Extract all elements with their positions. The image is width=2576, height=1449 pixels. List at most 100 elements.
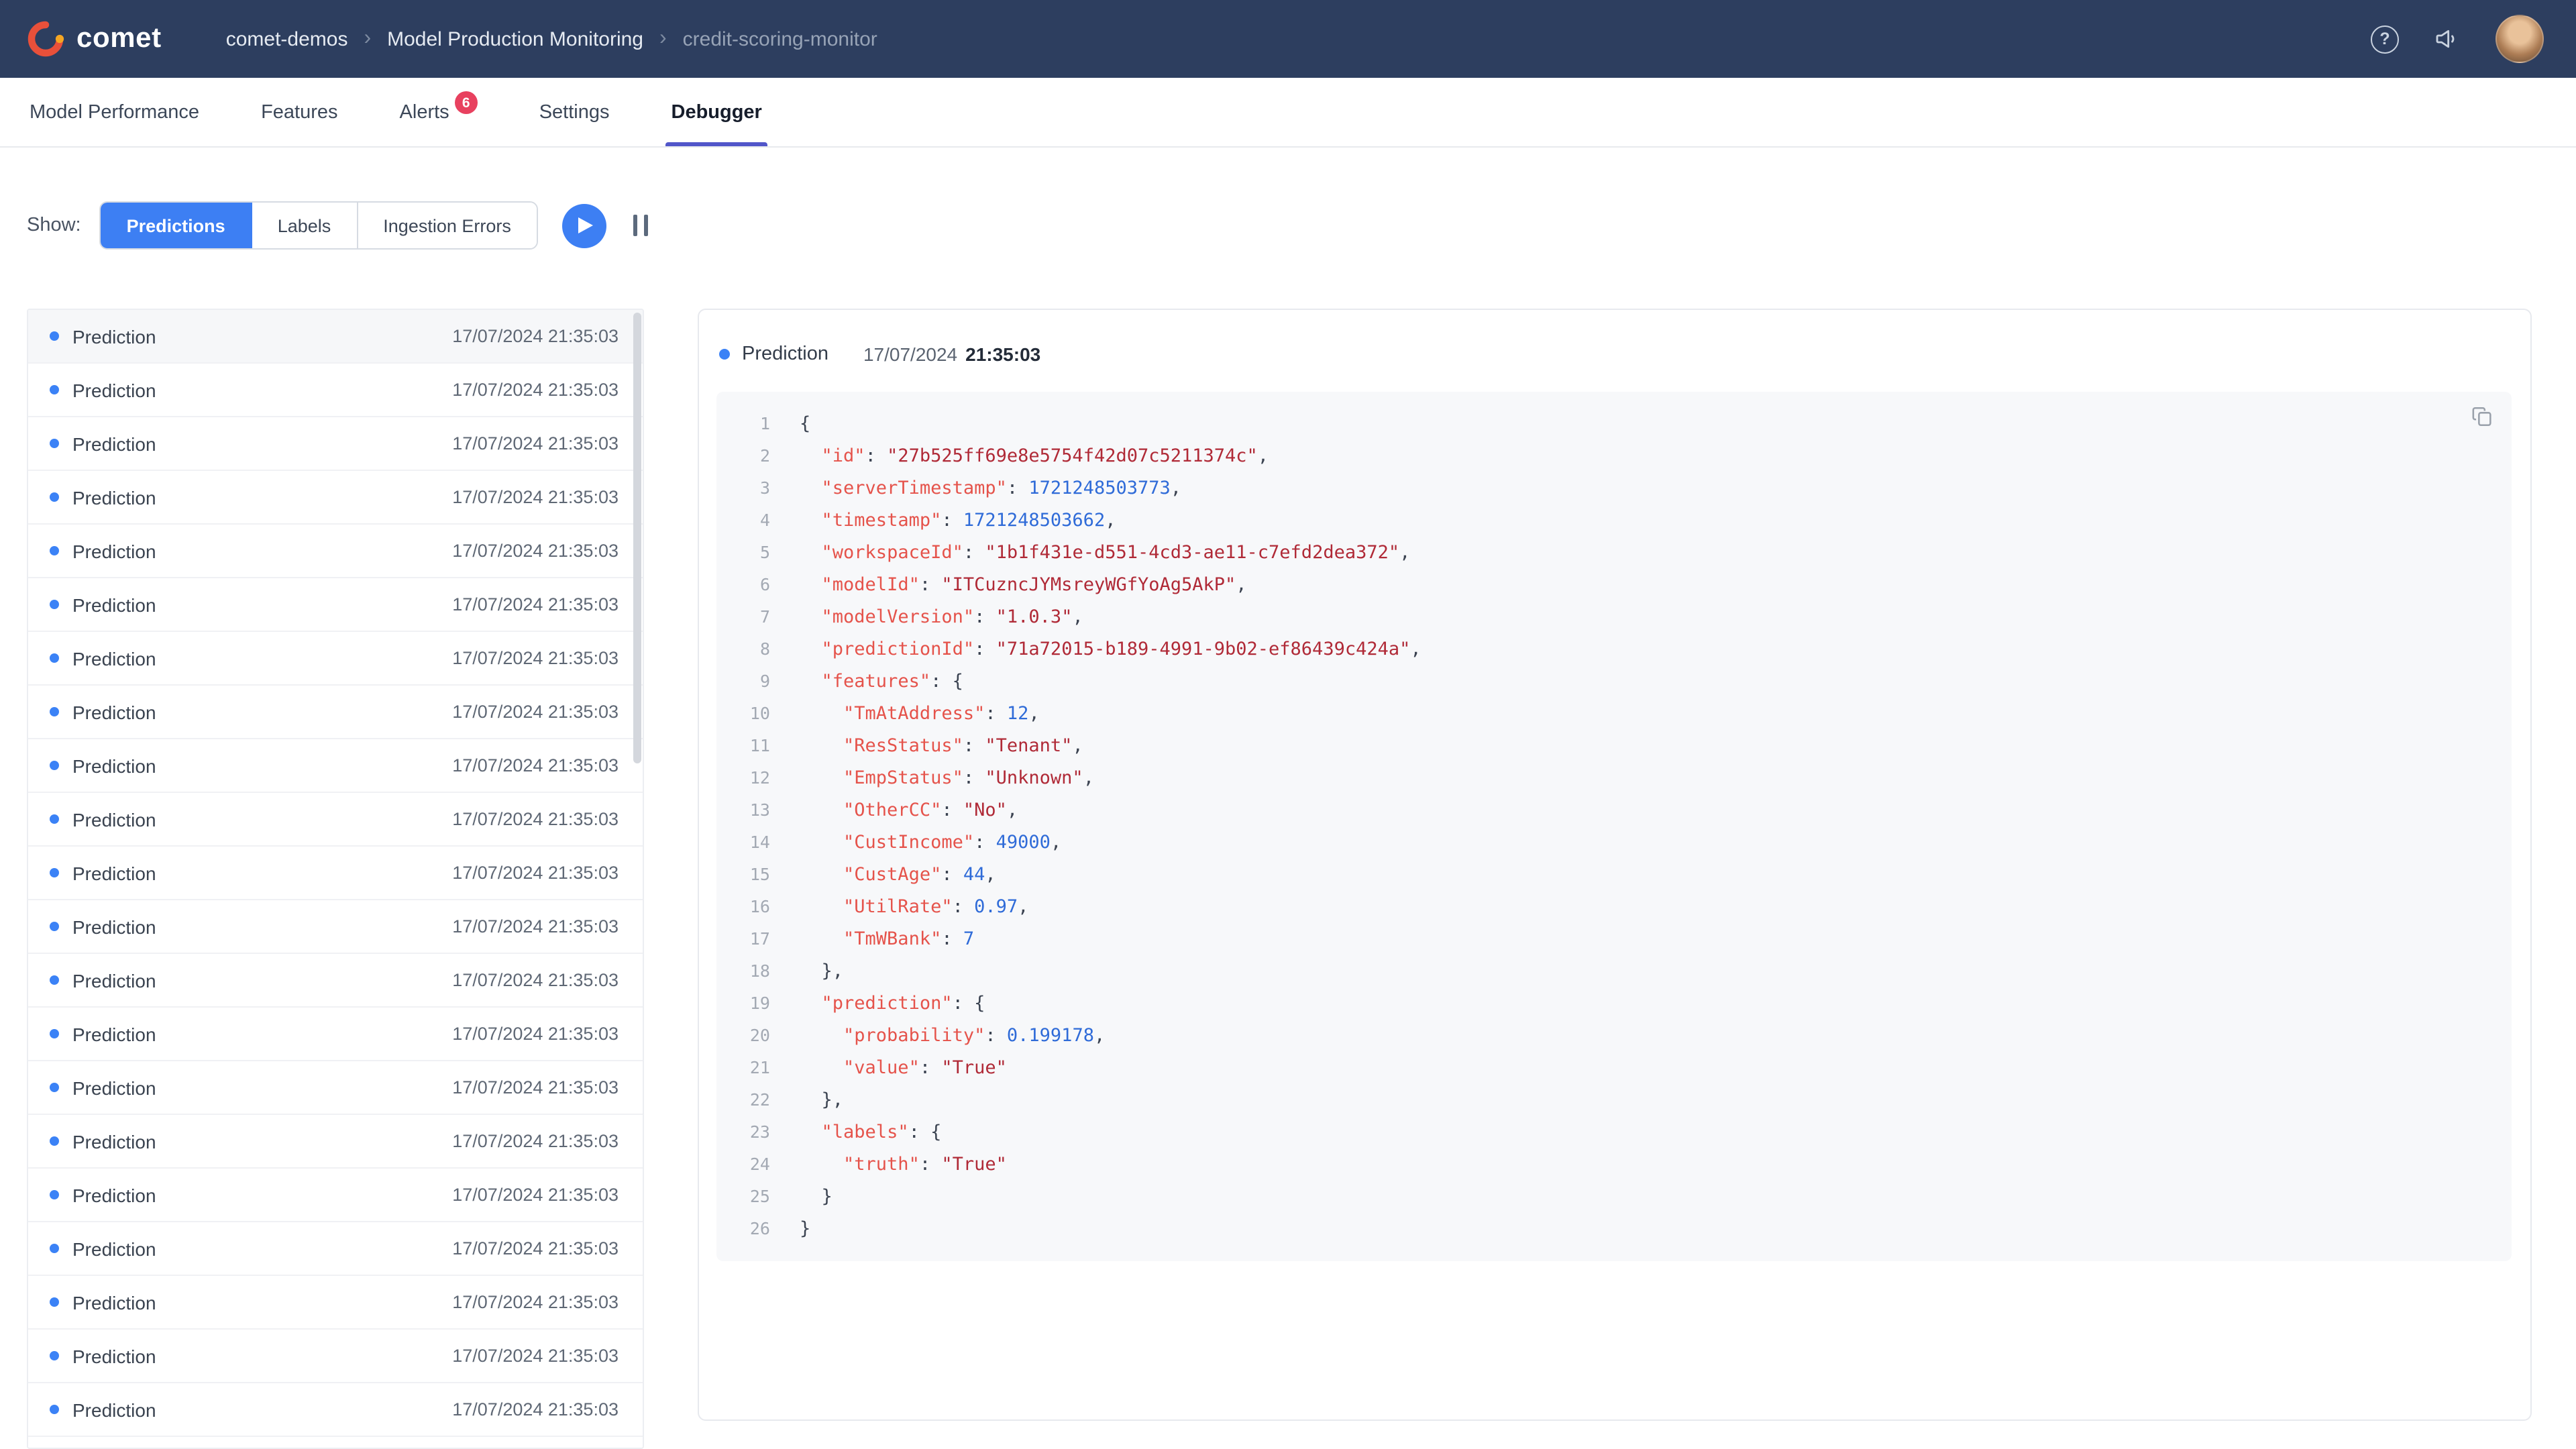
prediction-list-panel: Prediction 17/07/2024 21:35:03 Prediction 1… [27,309,644,1449]
tab-label: Alerts [400,101,449,123]
prediction-dot-icon [50,707,59,716]
prediction-dot-icon [50,1083,59,1092]
app-window: comet comet-demos › Model Production Mon… [0,0,2576,1449]
code-text: "UtilRate": 0.97, [800,891,1028,923]
segment-ingestion-errors[interactable]: Ingestion Errors [358,203,537,248]
line-number: 24 [716,1148,770,1181]
tab-settings[interactable]: Settings [537,78,612,146]
announcements-icon[interactable] [2431,23,2463,55]
detail-type-label: Prediction [742,343,828,365]
list-item[interactable]: Prediction17/07/2024 21:35:03 [28,1008,643,1061]
detail-time: 21:35:03 [965,343,1040,365]
brand-name: comet [76,23,162,55]
list-item[interactable]: Prediction17/07/2024 21:35:03 [28,632,643,686]
line-number: 22 [716,1084,770,1116]
code-text: "ResStatus": "Tenant", [800,730,1083,762]
list-item[interactable]: Prediction 17/07/2024 21:35:03 [28,1115,643,1169]
code-text: { [800,408,810,440]
list-item[interactable]: Prediction 17/07/2024 21:35:03 [28,364,643,417]
prediction-dot-icon [50,814,59,824]
tab-debugger[interactable]: Debugger [669,78,765,146]
list-item[interactable]: Prediction17/07/2024 21:35:03 [28,1330,643,1383]
prediction-timestamp: 17/07/2024 21:35:03 [452,863,619,883]
code-text: "value": "True" [800,1052,1007,1084]
code-text: } [800,1181,833,1213]
code-text: "id": "27b525ff69e8e5754f42d07c5211374c"… [800,440,1269,472]
prediction-label: Prediction [72,1077,156,1098]
prediction-dot-icon [50,1136,59,1146]
prediction-dot-icon [50,868,59,877]
code-line: 17 "TmWBank": 7 [716,923,2512,955]
user-avatar[interactable] [2496,15,2544,63]
segment-label: Predictions [127,215,225,235]
show-segmented-control: Predictions Labels Ingestion Errors [100,201,538,250]
comet-logo[interactable]: comet [27,20,162,58]
prediction-timestamp: 17/07/2024 21:35:03 [452,916,619,936]
prediction-timestamp: 17/07/2024 21:35:03 [452,1131,619,1151]
line-number: 25 [716,1181,770,1213]
code-text: "features": { [800,665,963,698]
list-item[interactable]: Prediction17/07/2024 21:35:03 [28,847,643,900]
code-line: 21 "value": "True" [716,1052,2512,1084]
prediction-dot-icon [50,439,59,448]
code-line: 12 "EmpStatus": "Unknown", [716,762,2512,794]
prediction-label: Prediction [72,1238,156,1259]
list-item[interactable]: Prediction17/07/2024 21:35:03 [28,954,643,1008]
top-navbar: comet comet-demos › Model Production Mon… [0,0,2576,78]
list-item[interactable]: Prediction17/07/2024 21:35:03 [28,417,643,471]
list-item[interactable]: Prediction17/07/2024 21:35:03 [28,578,643,632]
code-line: 16 "UtilRate": 0.97, [716,891,2512,923]
list-item[interactable]: Prediction17/07/2024 21:35:03 [28,1061,643,1115]
line-number: 23 [716,1116,770,1148]
scrollbar-thumb[interactable] [633,313,641,763]
prediction-dot-icon [50,1029,59,1038]
segment-labels[interactable]: Labels [252,203,358,248]
prediction-timestamp: 17/07/2024 21:35:03 [452,1346,619,1366]
copy-icon[interactable] [2471,405,2496,429]
prediction-timestamp: 17/07/2024 21:35:03 [452,1399,619,1419]
tab-label: Features [261,101,337,123]
prediction-label: Prediction [72,379,156,400]
list-item[interactable]: Prediction17/07/2024 21:35:03 [28,310,643,364]
prediction-timestamp: 17/07/2024 21:35:03 [452,433,619,453]
list-item[interactable]: Prediction17/07/2024 21:35:03 [28,1276,643,1330]
line-number: 14 [716,826,770,859]
prediction-label: Prediction [72,486,156,508]
help-icon[interactable]: ? [2371,25,2399,53]
list-item[interactable]: Prediction17/07/2024 21:35:03 [28,739,643,793]
code-line: 11 "ResStatus": "Tenant", [716,730,2512,762]
list-item[interactable]: Prediction17/07/2024 21:35:03 [28,1222,643,1276]
list-item[interactable]: Prediction17/07/2024 21:35:03 [28,471,643,525]
prediction-label: Prediction [72,1399,156,1420]
code-text: "workspaceId": "1b1f431e-d551-4cd3-ae11-… [800,537,1410,569]
code-line: 2 "id": "27b525ff69e8e5754f42d07c5211374… [716,440,2512,472]
code-text: }, [800,955,843,987]
list-item[interactable]: Prediction17/07/2024 21:35:03 [28,900,643,954]
segment-predictions[interactable]: Predictions [101,203,252,248]
prediction-dot-icon [50,761,59,770]
tab-alerts[interactable]: Alerts 6 [397,78,480,146]
list-item[interactable]: Prediction17/07/2024 21:35:03 [28,1437,643,1449]
list-item[interactable]: Prediction 17/07/2024 21:35:03 [28,1383,643,1437]
tab-model-performance[interactable]: Model Performance [27,78,202,146]
pause-stream-button[interactable] [633,215,649,236]
line-number: 11 [716,730,770,762]
breadcrumb-section[interactable]: Model Production Monitoring [387,28,643,50]
code-text: "probability": 0.199178, [800,1020,1105,1052]
breadcrumb-workspace[interactable]: comet-demos [226,28,348,50]
show-label: Show: [27,215,81,236]
prediction-dot-icon [50,1190,59,1199]
list-item[interactable]: Prediction17/07/2024 21:35:03 [28,1169,643,1222]
list-item[interactable]: Prediction17/07/2024 21:35:03 [28,686,643,739]
list-item[interactable]: Prediction17/07/2024 21:35:03 [28,525,643,578]
list-item[interactable]: Prediction17/07/2024 21:35:03 [28,793,643,847]
tab-features[interactable]: Features [258,78,340,146]
play-stream-button[interactable] [562,203,606,248]
line-number: 2 [716,440,770,472]
prediction-label: Prediction [72,540,156,561]
prediction-dot-icon [50,922,59,931]
prediction-label: Prediction [72,969,156,991]
line-number: 3 [716,472,770,504]
prediction-timestamp: 17/07/2024 21:35:03 [452,380,619,400]
prediction-label: Prediction [72,1130,156,1152]
